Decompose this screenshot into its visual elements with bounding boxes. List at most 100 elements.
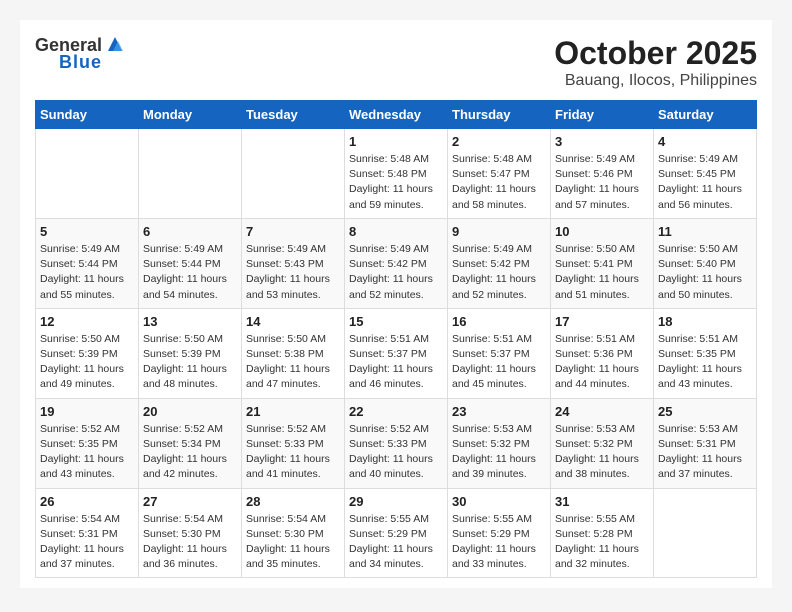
calendar-cell: 23Sunrise: 5:53 AM Sunset: 5:32 PM Dayli… xyxy=(448,398,551,488)
calendar-cell: 8Sunrise: 5:49 AM Sunset: 5:42 PM Daylig… xyxy=(345,218,448,308)
day-info: Sunrise: 5:52 AM Sunset: 5:34 PM Dayligh… xyxy=(143,422,237,483)
calendar-cell: 3 Sunrise: 5:49 AM Sunset: 5:46 PM Daylig… xyxy=(551,129,654,219)
calendar-cell: 30 Sunrise: 5:55 AM Sunset: 5:29 PM Dayli… xyxy=(448,488,551,578)
calendar-cell: 17 Sunrise: 5:51 AM Sunset: 5:36 PM Dayli… xyxy=(551,308,654,398)
month-title: October 2025 xyxy=(554,35,757,72)
day-number: 6 xyxy=(143,224,237,239)
day-number: 5 xyxy=(40,224,134,239)
day-number: 26 xyxy=(40,494,134,509)
day-info: Sunrise: 5:51 AM Sunset: 5:37 PM Dayligh… xyxy=(349,332,443,393)
title-section: October 2025 Bauang, Ilocos, Philippines xyxy=(554,35,757,90)
calendar-cell: 1Sunrise: 5:48 AM Sunset: 5:48 PM Daylig… xyxy=(345,129,448,219)
day-info: Sunrise: 5:54 AM Sunset: 5:30 PM Dayligh… xyxy=(246,512,340,573)
calendar-cell: 31 Sunrise: 5:55 AM Sunset: 5:28 PM Dayli… xyxy=(551,488,654,578)
calendar-cell xyxy=(139,129,242,219)
calendar-cell: 18 Sunrise: 5:51 AM Sunset: 5:35 PM Dayli… xyxy=(654,308,757,398)
calendar-cell: 12 Sunrise: 5:50 AM Sunset: 5:39 PM Dayli… xyxy=(36,308,139,398)
day-info: Sunrise: 5:48 AM Sunset: 5:47 PM Dayligh… xyxy=(452,152,546,213)
day-info: Sunrise: 5:52 AM Sunset: 5:35 PM Dayligh… xyxy=(40,422,134,483)
day-info: Sunrise: 5:50 AM Sunset: 5:38 PM Dayligh… xyxy=(246,332,340,393)
day-info: Sunrise: 5:54 AM Sunset: 5:31 PM Dayligh… xyxy=(40,512,134,573)
weekday-header-saturday: Saturday xyxy=(654,101,757,129)
calendar-cell: 26 Sunrise: 5:54 AM Sunset: 5:31 PM Dayli… xyxy=(36,488,139,578)
day-number: 20 xyxy=(143,404,237,419)
weekday-header-friday: Friday xyxy=(551,101,654,129)
calendar-cell xyxy=(654,488,757,578)
day-number: 13 xyxy=(143,314,237,329)
day-info: Sunrise: 5:53 AM Sunset: 5:31 PM Dayligh… xyxy=(658,422,752,483)
weekday-header-thursday: Thursday xyxy=(448,101,551,129)
day-number: 16 xyxy=(452,314,546,329)
day-info: Sunrise: 5:49 AM Sunset: 5:46 PM Dayligh… xyxy=(555,152,649,213)
day-number: 25 xyxy=(658,404,752,419)
calendar-week-4: 19Sunrise: 5:52 AM Sunset: 5:35 PM Dayli… xyxy=(36,398,757,488)
calendar-cell: 28 Sunrise: 5:54 AM Sunset: 5:30 PM Dayli… xyxy=(242,488,345,578)
day-number: 12 xyxy=(40,314,134,329)
day-number: 7 xyxy=(246,224,340,239)
day-info: Sunrise: 5:55 AM Sunset: 5:29 PM Dayligh… xyxy=(349,512,443,573)
calendar-cell: 4 Sunrise: 5:49 AM Sunset: 5:45 PM Daylig… xyxy=(654,129,757,219)
calendar-cell: 21Sunrise: 5:52 AM Sunset: 5:33 PM Dayli… xyxy=(242,398,345,488)
calendar-header: SundayMondayTuesdayWednesdayThursdayFrid… xyxy=(36,101,757,129)
day-info: Sunrise: 5:50 AM Sunset: 5:40 PM Dayligh… xyxy=(658,242,752,303)
day-number: 15 xyxy=(349,314,443,329)
day-info: Sunrise: 5:51 AM Sunset: 5:35 PM Dayligh… xyxy=(658,332,752,393)
day-number: 10 xyxy=(555,224,649,239)
day-number: 23 xyxy=(452,404,546,419)
day-info: Sunrise: 5:50 AM Sunset: 5:41 PM Dayligh… xyxy=(555,242,649,303)
calendar-cell: 29 Sunrise: 5:55 AM Sunset: 5:29 PM Dayli… xyxy=(345,488,448,578)
weekday-header-monday: Monday xyxy=(139,101,242,129)
calendar-cell: 13 Sunrise: 5:50 AM Sunset: 5:39 PM Dayli… xyxy=(139,308,242,398)
day-number: 11 xyxy=(658,224,752,239)
day-number: 28 xyxy=(246,494,340,509)
day-number: 24 xyxy=(555,404,649,419)
day-info: Sunrise: 5:52 AM Sunset: 5:33 PM Dayligh… xyxy=(349,422,443,483)
calendar-cell: 2 Sunrise: 5:48 AM Sunset: 5:47 PM Daylig… xyxy=(448,129,551,219)
calendar-cell: 9Sunrise: 5:49 AM Sunset: 5:42 PM Daylig… xyxy=(448,218,551,308)
day-info: Sunrise: 5:51 AM Sunset: 5:36 PM Dayligh… xyxy=(555,332,649,393)
day-info: Sunrise: 5:53 AM Sunset: 5:32 PM Dayligh… xyxy=(555,422,649,483)
calendar-week-5: 26 Sunrise: 5:54 AM Sunset: 5:31 PM Dayli… xyxy=(36,488,757,578)
day-number: 17 xyxy=(555,314,649,329)
calendar-cell: 15 Sunrise: 5:51 AM Sunset: 5:37 PM Dayli… xyxy=(345,308,448,398)
calendar-cell: 24 Sunrise: 5:53 AM Sunset: 5:32 PM Dayli… xyxy=(551,398,654,488)
calendar-cell: 10 Sunrise: 5:50 AM Sunset: 5:41 PM Dayli… xyxy=(551,218,654,308)
calendar-week-3: 12 Sunrise: 5:50 AM Sunset: 5:39 PM Dayli… xyxy=(36,308,757,398)
day-info: Sunrise: 5:49 AM Sunset: 5:44 PM Dayligh… xyxy=(143,242,237,303)
day-info: Sunrise: 5:52 AM Sunset: 5:33 PM Dayligh… xyxy=(246,422,340,483)
day-number: 18 xyxy=(658,314,752,329)
day-number: 30 xyxy=(452,494,546,509)
day-number: 31 xyxy=(555,494,649,509)
calendar-cell: 19Sunrise: 5:52 AM Sunset: 5:35 PM Dayli… xyxy=(36,398,139,488)
calendar-cell: 5 Sunrise: 5:49 AM Sunset: 5:44 PM Daylig… xyxy=(36,218,139,308)
logo: General Blue xyxy=(35,35,126,73)
calendar-cell: 7 Sunrise: 5:49 AM Sunset: 5:43 PM Daylig… xyxy=(242,218,345,308)
day-info: Sunrise: 5:49 AM Sunset: 5:44 PM Dayligh… xyxy=(40,242,134,303)
day-info: Sunrise: 5:49 AM Sunset: 5:45 PM Dayligh… xyxy=(658,152,752,213)
day-number: 3 xyxy=(555,134,649,149)
day-info: Sunrise: 5:54 AM Sunset: 5:30 PM Dayligh… xyxy=(143,512,237,573)
day-info: Sunrise: 5:55 AM Sunset: 5:29 PM Dayligh… xyxy=(452,512,546,573)
day-number: 14 xyxy=(246,314,340,329)
day-number: 1 xyxy=(349,134,443,149)
day-info: Sunrise: 5:49 AM Sunset: 5:43 PM Dayligh… xyxy=(246,242,340,303)
calendar-week-2: 5 Sunrise: 5:49 AM Sunset: 5:44 PM Daylig… xyxy=(36,218,757,308)
day-number: 2 xyxy=(452,134,546,149)
day-info: Sunrise: 5:50 AM Sunset: 5:39 PM Dayligh… xyxy=(40,332,134,393)
day-number: 4 xyxy=(658,134,752,149)
weekday-header-tuesday: Tuesday xyxy=(242,101,345,129)
weekday-header-row: SundayMondayTuesdayWednesdayThursdayFrid… xyxy=(36,101,757,129)
weekday-header-sunday: Sunday xyxy=(36,101,139,129)
day-info: Sunrise: 5:55 AM Sunset: 5:28 PM Dayligh… xyxy=(555,512,649,573)
calendar-cell: 22Sunrise: 5:52 AM Sunset: 5:33 PM Dayli… xyxy=(345,398,448,488)
day-info: Sunrise: 5:51 AM Sunset: 5:37 PM Dayligh… xyxy=(452,332,546,393)
calendar-cell: 11 Sunrise: 5:50 AM Sunset: 5:40 PM Dayli… xyxy=(654,218,757,308)
calendar-week-1: 1Sunrise: 5:48 AM Sunset: 5:48 PM Daylig… xyxy=(36,129,757,219)
calendar-cell xyxy=(242,129,345,219)
day-number: 29 xyxy=(349,494,443,509)
calendar-container: General Blue October 2025 Bauang, Ilocos… xyxy=(20,20,772,588)
day-info: Sunrise: 5:50 AM Sunset: 5:39 PM Dayligh… xyxy=(143,332,237,393)
weekday-header-wednesday: Wednesday xyxy=(345,101,448,129)
day-info: Sunrise: 5:49 AM Sunset: 5:42 PM Dayligh… xyxy=(452,242,546,303)
calendar-body: 1Sunrise: 5:48 AM Sunset: 5:48 PM Daylig… xyxy=(36,129,757,578)
